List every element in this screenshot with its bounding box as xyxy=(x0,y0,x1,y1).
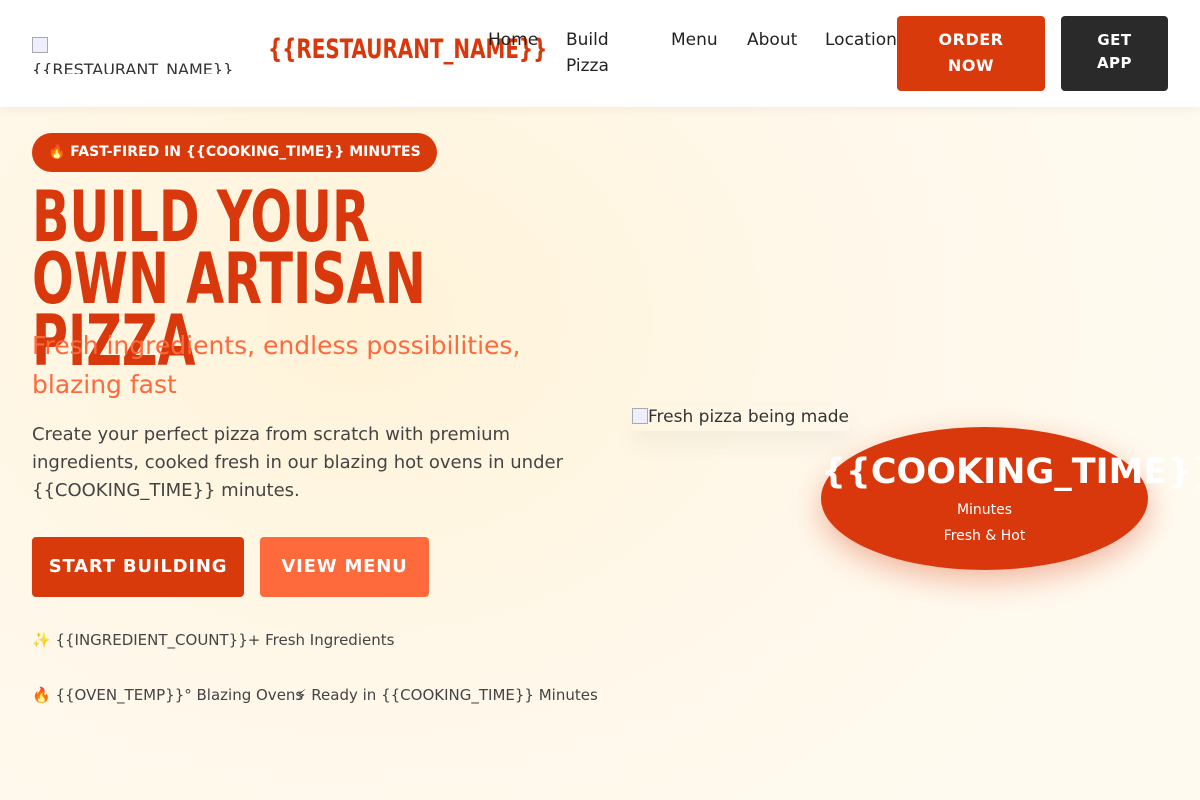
nav-link-about[interactable]: About xyxy=(747,27,797,53)
broken-image-icon xyxy=(32,37,48,53)
pizza-image-alt-text: Fresh pizza being made xyxy=(648,407,850,427)
cooking-time-note: Fresh & Hot xyxy=(943,528,1026,544)
logo-alt-text: {{RESTAURANT_NAME}} Logo xyxy=(32,60,232,74)
cooking-time-value: {{COOKING_TIME}} xyxy=(821,452,1200,492)
cooking-time-badge: {{COOKING_TIME}} Minutes Fresh & Hot xyxy=(821,427,1200,570)
nav-link-build-pizza[interactable]: Build Pizza xyxy=(566,27,626,79)
nav-link-locations[interactable]: Locations xyxy=(825,27,906,53)
start-building-button[interactable]: START BUILDING xyxy=(32,537,244,597)
get-app-button[interactable]: GET APP xyxy=(1061,16,1168,91)
nav-link-home[interactable]: Home xyxy=(488,27,538,53)
nav-link-menu[interactable]: Menu xyxy=(671,27,718,53)
feature-oven-temp: 🔥 {{OVEN_TEMP}}° Blazing Ovens xyxy=(32,686,304,704)
order-now-label: ORDER NOW xyxy=(938,30,1004,75)
fast-fired-badge: 🔥 FAST-FIRED IN {{COOKING_TIME}} MINUTES xyxy=(32,133,437,172)
feature-ready-time: ⚡ Ready in {{COOKING_TIME}} Minutes xyxy=(296,686,598,704)
pizza-image: Fresh pizza being made xyxy=(632,407,849,431)
get-app-label: GET APP xyxy=(1096,31,1133,72)
feature-ingredients: ✨ {{INGREDIENT_COUNT}}+ Fresh Ingredient… xyxy=(32,631,395,649)
hero-description: Create your perfect pizza from scratch w… xyxy=(32,424,563,501)
cooking-time-unit: Minutes xyxy=(956,502,1013,518)
restaurant-logo-image[interactable]: {{RESTAURANT_NAME}} Logo xyxy=(32,34,232,74)
order-now-button[interactable]: ORDER NOW xyxy=(897,16,1045,91)
top-navigation: {{RESTAURANT_NAME}} Logo {{RESTAURANT_NA… xyxy=(0,0,1200,107)
broken-image-icon xyxy=(632,408,648,424)
hero-subtitle: Fresh ingredients, endless possibilities… xyxy=(32,331,521,399)
view-menu-button[interactable]: VIEW MENU xyxy=(260,537,429,597)
